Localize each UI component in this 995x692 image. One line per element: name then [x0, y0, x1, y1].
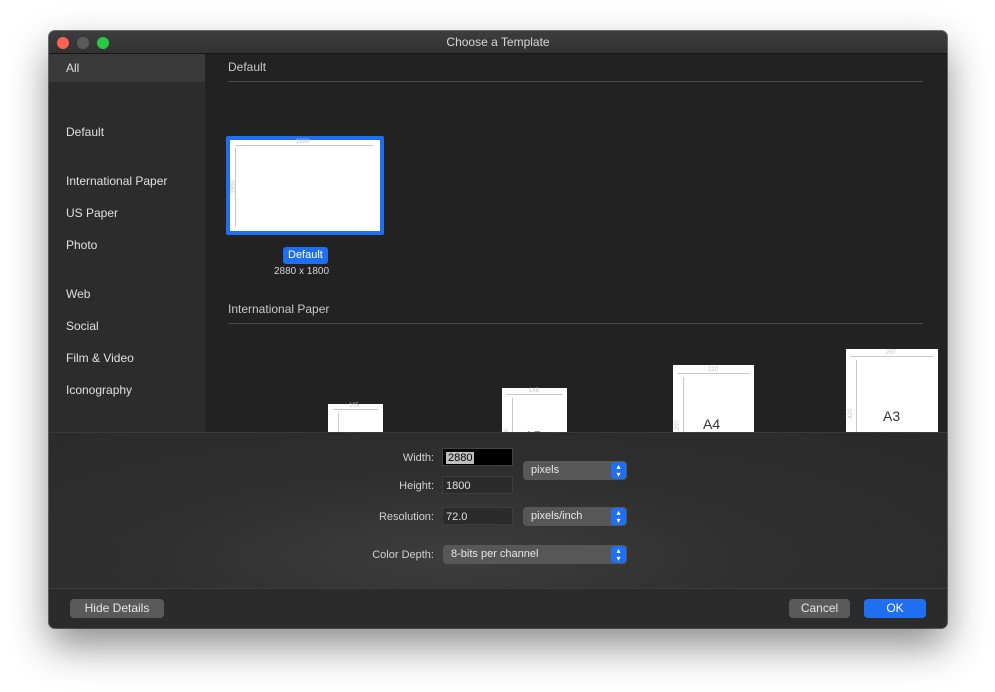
template-default-name[interactable]: Default — [283, 247, 328, 264]
sidebar-item-default[interactable]: Default — [49, 118, 205, 146]
sidebar-item-iconography[interactable]: Iconography — [49, 376, 205, 404]
sidebar-item-film-video[interactable]: Film & Video — [49, 344, 205, 372]
size-unit-value: pixels — [531, 464, 560, 476]
width-dimension-line — [236, 145, 374, 146]
paper-preview: 2880 1800 — [230, 139, 380, 231]
height-dimension-line — [683, 377, 684, 432]
template-default-thumbnail[interactable]: 2880 1800 — [226, 136, 384, 235]
section-heading-default: Default — [228, 60, 267, 74]
resolution-label: Resolution: — [378, 511, 434, 523]
sidebar-item-web[interactable]: Web — [49, 280, 205, 308]
width-dimension-label: 297 — [886, 350, 897, 356]
sidebar-item-international-paper[interactable]: International Paper — [49, 167, 205, 195]
height-label: Height: — [399, 480, 434, 492]
template-a4-thumbnail[interactable]: 210 297 A4 — [673, 365, 754, 432]
resolution-unit-popup[interactable]: pixels/inch ▴ ▾ — [523, 507, 627, 526]
template-default-size: 2880 x 1800 — [274, 266, 330, 277]
template-a5-thumbnail[interactable]: 148 210 A5 — [502, 388, 567, 432]
category-sidebar: All Default International Paper US Paper… — [49, 54, 205, 432]
width-dimension-line — [677, 373, 750, 374]
ok-button[interactable]: OK — [864, 599, 926, 618]
section-divider — [228, 323, 923, 324]
width-dimension-line — [506, 394, 563, 395]
height-dimension-label: 1800 — [230, 180, 237, 194]
template-a3-label: A3 — [883, 408, 901, 424]
title-bar: Choose a Template — [49, 31, 947, 54]
width-dimension-label: 2880 — [296, 139, 310, 145]
sidebar-item-all[interactable]: All — [49, 54, 205, 82]
resolution-field[interactable]: 72.0 — [442, 507, 513, 525]
chevron-updown-icon: ▴ ▾ — [611, 508, 626, 525]
chevron-updown-icon: ▴ ▾ — [611, 546, 626, 563]
height-dimension-label: 420 — [848, 408, 855, 420]
width-field[interactable]: 2880 — [442, 448, 513, 466]
template-gallery: Default 2880 1800 Default 2880 x 1800 In… — [205, 54, 947, 432]
height-field[interactable]: 1800 — [442, 476, 513, 494]
height-dimension-label: 297 — [675, 419, 682, 431]
height-dimension-line — [856, 360, 857, 432]
cancel-button[interactable]: Cancel — [789, 599, 850, 618]
width-dimension-line — [333, 409, 378, 410]
width-label: Width: — [402, 452, 434, 464]
chevron-updown-icon: ▴ ▾ — [611, 462, 626, 479]
color-depth-label: Color Depth: — [372, 549, 434, 561]
sidebar-item-us-paper[interactable]: US Paper — [49, 199, 205, 227]
template-a3-thumbnail[interactable]: 297 420 A3 — [846, 349, 938, 432]
template-a4-label: A4 — [703, 416, 721, 432]
template-chooser-window: Choose a Template All Default Internatio… — [49, 31, 947, 628]
dialog-footer: Hide Details Cancel OK — [49, 588, 947, 628]
hide-details-button[interactable]: Hide Details — [70, 599, 164, 618]
color-depth-popup[interactable]: 8-bits per channel ▴ ▾ — [443, 545, 627, 564]
width-dimension-line — [850, 356, 934, 357]
color-depth-value: 8-bits per channel — [451, 548, 539, 560]
sidebar-item-social[interactable]: Social — [49, 312, 205, 340]
details-panel: Width: 2880 pixels ▴ ▾ Height: 1800 Resol… — [49, 432, 947, 589]
width-dimension-label: 105 — [349, 403, 360, 409]
sidebar-item-photo[interactable]: Photo — [49, 231, 205, 259]
window-title: Choose a Template — [446, 35, 550, 49]
height-dimension-line — [338, 413, 339, 432]
width-dimension-label: 210 — [708, 367, 719, 373]
section-heading-international-paper: International Paper — [228, 302, 330, 316]
section-divider — [228, 81, 923, 82]
height-dimension-line — [512, 398, 513, 432]
width-dimension-label: 148 — [529, 388, 540, 394]
width-value: 2880 — [446, 452, 475, 464]
size-unit-popup[interactable]: pixels ▴ ▾ — [523, 461, 627, 480]
template-a6-thumbnail[interactable]: 105 148 A6 — [328, 403, 383, 432]
resolution-unit-value: pixels/inch — [531, 510, 583, 522]
